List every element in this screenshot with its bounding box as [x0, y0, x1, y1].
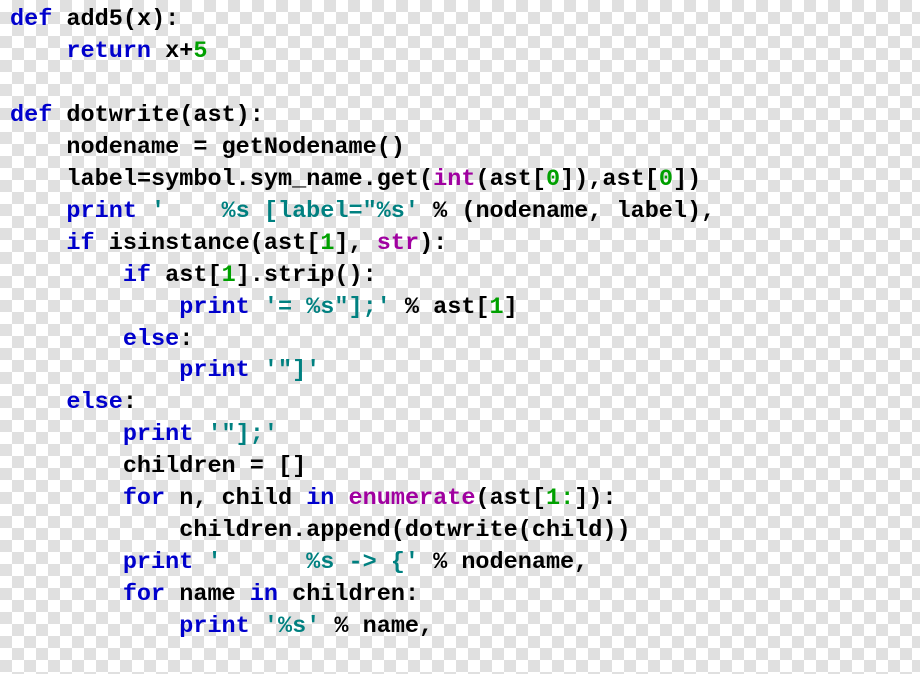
line-20: print '%s' % name,	[10, 613, 433, 640]
str-label-fmt: ' %s [label="%s'	[151, 198, 419, 225]
str-eq-fmt: '= %s"];'	[264, 294, 391, 321]
line-8: if isinstance(ast[1], str):	[10, 230, 447, 257]
fn-add5: add5	[66, 6, 122, 33]
kw-def: def	[10, 6, 52, 33]
builtin-int: int	[433, 166, 475, 193]
kw-return: return	[66, 38, 151, 65]
str-close2: '"];'	[207, 421, 278, 448]
line-1: def add5(x):	[10, 6, 179, 33]
str-arrow: ' %s -> {'	[207, 549, 419, 576]
str-name: '%s'	[264, 613, 320, 640]
kw-for: for	[123, 485, 165, 512]
kw-if: if	[66, 230, 94, 257]
line-5: nodename = getNodename()	[10, 134, 405, 161]
fn-dotwrite: dotwrite	[66, 102, 179, 129]
line-17: children.append(dotwrite(child))	[10, 517, 631, 544]
line-9: if ast[1].strip():	[10, 262, 377, 289]
line-2: return x+5	[10, 38, 207, 65]
line-19: for name in children:	[10, 581, 419, 608]
line-3	[10, 70, 24, 97]
line-18: print ' %s -> {' % nodename,	[10, 549, 588, 576]
builtin-str: str	[377, 230, 419, 257]
num-5: 5	[193, 38, 207, 65]
code-block: def add5(x): return x+5 def dotwrite(ast…	[0, 0, 920, 647]
line-15: children = []	[10, 453, 306, 480]
line-4: def dotwrite(ast):	[10, 102, 264, 129]
str-close1: '"]'	[264, 357, 320, 384]
line-7: print ' %s [label="%s' % (nodename, labe…	[10, 198, 715, 225]
line-10: print '= %s"];' % ast[1]	[10, 294, 518, 321]
line-14: print '"];'	[10, 421, 278, 448]
kw-else: else	[123, 326, 179, 353]
line-12: print '"]'	[10, 357, 320, 384]
kw-print: print	[66, 198, 137, 225]
line-16: for n, child in enumerate(ast[1:]):	[10, 485, 617, 512]
line-13: else:	[10, 389, 137, 416]
line-11: else:	[10, 326, 193, 353]
kw-in: in	[306, 485, 334, 512]
builtin-enumerate: enumerate	[349, 485, 476, 512]
line-6: label=symbol.sym_name.get(int(ast[0]),as…	[10, 166, 701, 193]
